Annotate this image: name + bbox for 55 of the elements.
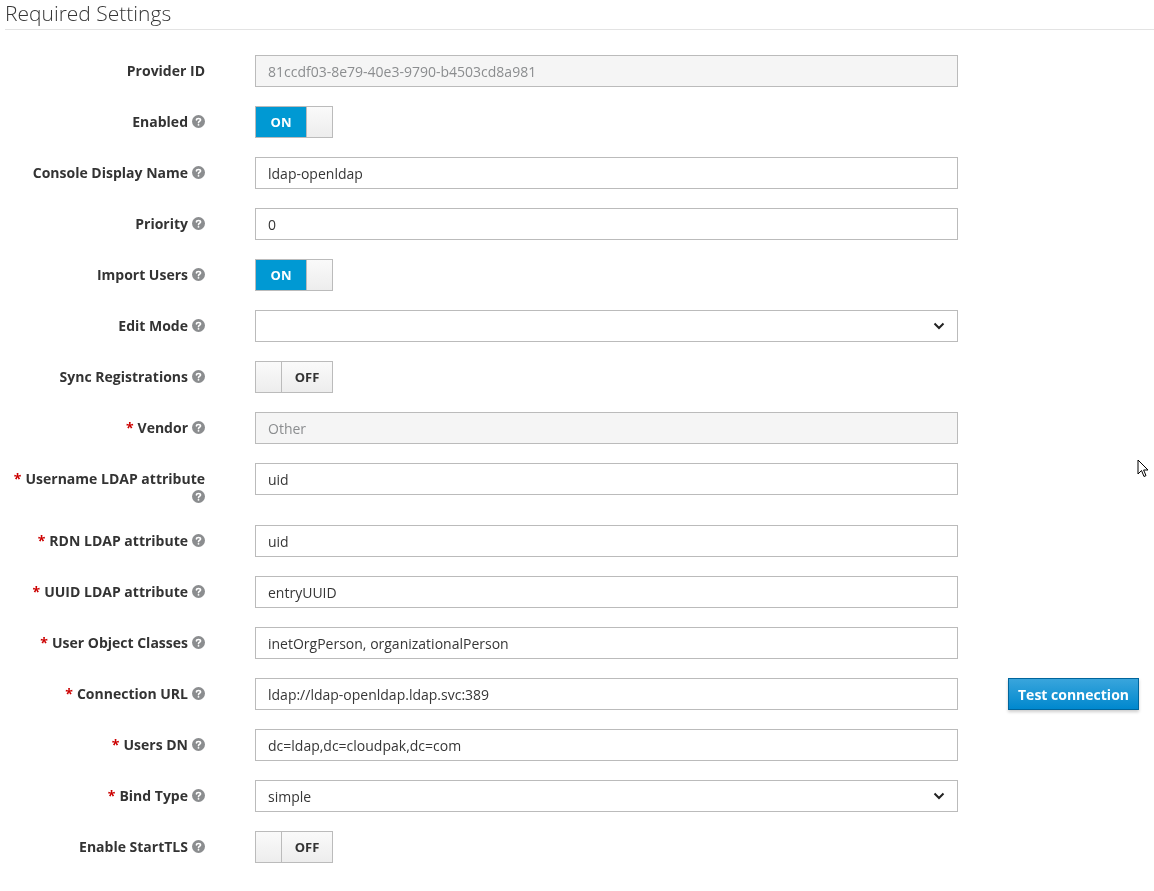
text-field[interactable]: uid bbox=[255, 525, 958, 557]
field-label: Enable StartTLS bbox=[79, 837, 188, 856]
text-field[interactable]: entryUUID bbox=[255, 576, 958, 608]
required-asterisk: * bbox=[125, 418, 134, 437]
select-field[interactable]: simple bbox=[255, 780, 958, 812]
help-icon[interactable] bbox=[192, 115, 205, 128]
select-field[interactable] bbox=[255, 310, 958, 342]
toggle-switch[interactable]: OFF bbox=[255, 831, 333, 863]
required-asterisk: * bbox=[13, 469, 22, 488]
help-icon[interactable] bbox=[192, 636, 205, 649]
mouse-pointer-icon bbox=[1137, 459, 1149, 478]
field-label: RDN LDAP attribute bbox=[49, 531, 188, 550]
field-label: Edit Mode bbox=[118, 316, 188, 335]
required-asterisk: * bbox=[37, 531, 46, 550]
required-asterisk: * bbox=[111, 735, 120, 754]
help-icon[interactable] bbox=[192, 217, 205, 230]
help-icon[interactable] bbox=[192, 319, 205, 332]
field-label: User Object Classes bbox=[51, 633, 188, 652]
text-field[interactable]: uid bbox=[255, 463, 958, 495]
chevron-down-icon bbox=[933, 322, 945, 330]
field-label: Priority bbox=[135, 214, 188, 233]
help-icon[interactable] bbox=[192, 370, 205, 383]
field-label: UUID LDAP attribute bbox=[44, 582, 188, 601]
field-label: Provider ID bbox=[126, 61, 205, 80]
required-asterisk: * bbox=[107, 786, 116, 805]
field-label: Enabled bbox=[132, 112, 188, 131]
text-field[interactable]: dc=ldap,dc=cloudpak,dc=com bbox=[255, 729, 958, 761]
text-field[interactable]: inetOrgPerson, organizationalPerson bbox=[255, 627, 958, 659]
toggle-switch[interactable]: OFF bbox=[255, 361, 333, 393]
field-label: Sync Registrations bbox=[59, 367, 188, 386]
help-icon[interactable] bbox=[192, 585, 205, 598]
required-asterisk: * bbox=[32, 582, 41, 601]
help-icon[interactable] bbox=[192, 166, 205, 179]
text-field[interactable]: ldap-openldap bbox=[255, 157, 958, 189]
required-asterisk: * bbox=[40, 633, 48, 652]
field-label: Users DN bbox=[123, 735, 188, 754]
help-icon[interactable] bbox=[192, 738, 205, 751]
field-label: Username LDAP attribute bbox=[25, 469, 205, 488]
field-label: Bind Type bbox=[119, 786, 188, 805]
field-label: Import Users bbox=[96, 265, 188, 284]
section-heading: Required Settings bbox=[4, 0, 173, 26]
help-icon[interactable] bbox=[192, 534, 205, 547]
field-label: Connection URL bbox=[76, 684, 188, 703]
help-icon[interactable] bbox=[192, 789, 205, 802]
help-icon[interactable] bbox=[192, 687, 205, 700]
field-label: Vendor bbox=[137, 418, 188, 437]
text-field[interactable]: ldap://ldap-openldap.ldap.svc:389 bbox=[255, 678, 958, 710]
required-asterisk: * bbox=[65, 684, 73, 703]
text-field[interactable]: 0 bbox=[255, 208, 958, 240]
help-icon[interactable] bbox=[192, 421, 205, 434]
help-icon[interactable] bbox=[192, 268, 205, 281]
field-label: Console Display Name bbox=[32, 163, 188, 182]
help-icon[interactable] bbox=[192, 840, 205, 853]
help-icon[interactable] bbox=[192, 490, 205, 503]
chevron-down-icon bbox=[933, 792, 945, 800]
